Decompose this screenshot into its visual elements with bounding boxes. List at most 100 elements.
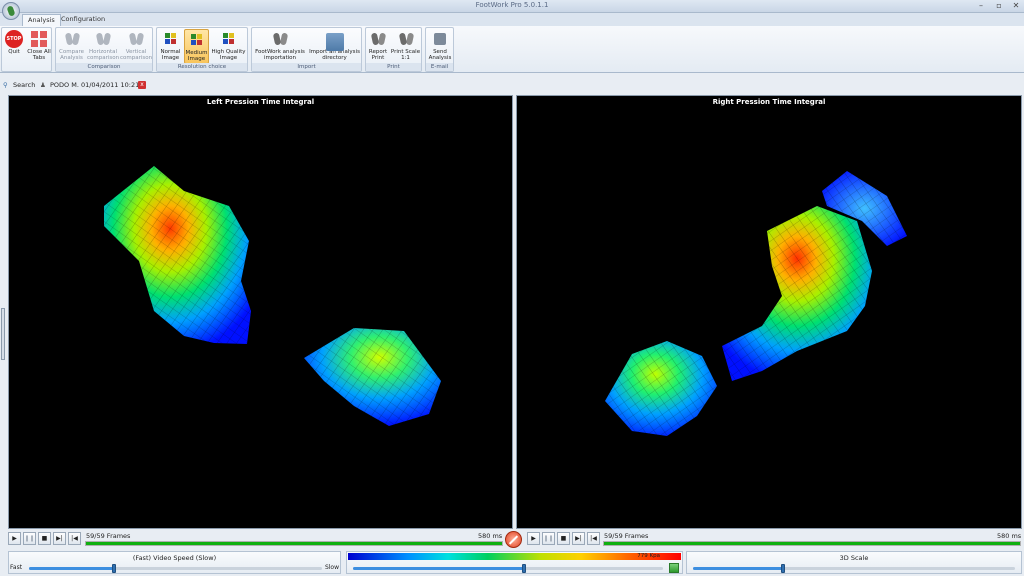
- close-all-tabs-button[interactable]: Close All Tabs: [26, 29, 52, 64]
- footprint-icon: [63, 30, 81, 48]
- quit-button[interactable]: STOP Quit: [3, 29, 25, 64]
- right-foot-surface: [605, 171, 907, 436]
- maximize-button[interactable]: ▫: [993, 1, 1005, 11]
- right-time-readout: 580 ms: [997, 532, 1022, 540]
- vertical-label-2: comparison: [120, 55, 153, 61]
- grid-icon: [161, 30, 180, 48]
- report-print-button[interactable]: Report Print: [367, 29, 389, 64]
- right-play-button[interactable]: ▶: [527, 532, 540, 545]
- tab-configuration[interactable]: Configuration: [56, 14, 110, 26]
- left-next-frame-button[interactable]: ▶|: [53, 532, 66, 545]
- left-play-button[interactable]: ▶: [8, 532, 21, 545]
- footwork-import-button[interactable]: FootWork analysis importation: [253, 29, 307, 64]
- right-pressure-viewer[interactable]: Right Pression Time Integral: [516, 95, 1022, 529]
- vertical-comparison-button[interactable]: Vertical comparison: [120, 29, 152, 64]
- left-prev-frame-button[interactable]: |◀: [68, 532, 81, 545]
- right-player: ▶ ❚❚ ■ ▶| |◀ 59/59 Frames 580 ms: [527, 530, 1022, 548]
- apply-scale-button[interactable]: [669, 563, 679, 573]
- compare-analysis-button[interactable]: Compare Analysis: [57, 29, 86, 64]
- search-bar: ⚲ Search ♟ PODO M. 01/04/2011 10:21 x: [0, 78, 1024, 92]
- import-directory-button[interactable]: Import an analysis directory: [308, 29, 361, 64]
- comparison-group-label: Comparison: [56, 63, 152, 71]
- scale-label-2: 1:1: [401, 55, 410, 61]
- 3d-scale-panel: 3D Scale: [686, 551, 1022, 574]
- medium-label-2: Image: [187, 56, 206, 62]
- search-link[interactable]: Search: [13, 80, 35, 90]
- normal-image-button[interactable]: Normal Image: [158, 29, 183, 64]
- right-forefoot-mesh: [605, 341, 717, 436]
- send-mail-icon: [431, 30, 449, 48]
- left-heel-mesh: [104, 166, 251, 344]
- send-analysis-button[interactable]: Send Analysis: [427, 29, 453, 64]
- video-speed-label: (Fast) Video Speed (Slow): [132, 554, 217, 562]
- 3d-scale-slider[interactable]: [693, 564, 1015, 573]
- left-viewer-title: Left Pression Time Integral: [206, 98, 315, 106]
- left-player: ▶ ❚❚ ■ ▶| |◀ 59/59 Frames 580 ms: [8, 530, 505, 548]
- left-frames-count: 59/59 Frames: [86, 532, 131, 540]
- 3d-scale-label: 3D Scale: [839, 554, 869, 562]
- directory-label-2: directory: [322, 55, 347, 61]
- pressure-max-label: 779 Kpa: [637, 553, 660, 559]
- right-next-frame-button[interactable]: ▶|: [572, 532, 585, 545]
- import-group-label: Import: [252, 63, 361, 71]
- horizontal-comparison-button[interactable]: Horizontal comparison: [87, 29, 119, 64]
- print-scale-button[interactable]: Print Scale 1:1: [390, 29, 421, 64]
- ribbon-group-email: Send Analysis E-mail: [425, 27, 454, 72]
- window-title: FootWork Pro 5.0.1.1: [475, 1, 549, 9]
- print-group-label: Print: [366, 63, 421, 71]
- left-stop-button[interactable]: ■: [38, 532, 51, 545]
- ribbon-group-import: FootWork analysis importation Import an …: [251, 27, 362, 72]
- right-progress-bar[interactable]: [603, 541, 1021, 546]
- side-panel-handle[interactable]: [1, 308, 5, 360]
- sync-toggle-icon[interactable]: [505, 531, 522, 548]
- horizontal-label-2: comparison: [87, 55, 120, 61]
- footwork-label-2: importation: [263, 55, 297, 61]
- title-bar: FootWork Pro 5.0.1.1 – ▫ ✕: [0, 0, 1024, 13]
- minimize-button[interactable]: –: [975, 1, 987, 11]
- right-progress-fill: [604, 542, 1020, 545]
- left-progress-fill: [86, 542, 502, 545]
- pressure-threshold-slider[interactable]: [353, 564, 663, 573]
- close-tab-icon[interactable]: x: [138, 81, 146, 89]
- left-time-readout: 580 ms: [478, 532, 503, 540]
- app-logo-icon[interactable]: [2, 2, 20, 20]
- video-speed-fill: [29, 567, 114, 570]
- right-prev-frame-button[interactable]: |◀: [587, 532, 600, 545]
- medium-image-button[interactable]: Medium Image: [184, 29, 209, 64]
- 3d-scale-thumb[interactable]: [781, 564, 786, 573]
- pressure-color-bar: [348, 553, 681, 560]
- footprint-icon: [127, 30, 145, 48]
- grid-icon: [187, 31, 206, 49]
- folder-icon: [325, 33, 344, 51]
- left-progress-bar[interactable]: [85, 541, 503, 546]
- pressure-threshold-thumb[interactable]: [521, 564, 526, 573]
- right-heel-mesh: [722, 206, 872, 381]
- video-speed-thumb[interactable]: [111, 564, 116, 573]
- close-window-button[interactable]: ✕: [1010, 1, 1022, 11]
- ribbon-group-print: Report Print Print Scale 1:1 Print: [365, 27, 422, 72]
- ribbon: STOP Quit Close All Tabs Compare Analysi…: [0, 26, 1024, 73]
- quit-label: Quit: [8, 49, 20, 55]
- patient-tab[interactable]: PODO M. 01/04/2011 10:21: [50, 80, 139, 90]
- left-pause-button[interactable]: ❚❚: [23, 532, 36, 545]
- report-label-2: Print: [371, 55, 385, 61]
- footprint-icon: [369, 30, 387, 48]
- left-pressure-viewer[interactable]: Left Pression Time Integral: [8, 95, 513, 529]
- send-label-2: Analysis: [428, 55, 452, 61]
- search-icon[interactable]: ⚲: [3, 80, 8, 90]
- footprint-icon: [397, 30, 415, 48]
- ribbon-group-resolution: Normal Image Medium Image High Quality I…: [156, 27, 248, 72]
- video-speed-slider[interactable]: [29, 564, 322, 573]
- close-tabs-icon: [30, 30, 48, 48]
- right-pause-button[interactable]: ❚❚: [542, 532, 555, 545]
- ribbon-group-comparison: Compare Analysis Horizontal comparison V…: [55, 27, 153, 72]
- stop-icon: STOP: [5, 30, 23, 48]
- compare-label-2: Analysis: [60, 55, 83, 61]
- left-foot-surface: [104, 166, 441, 426]
- right-stop-button[interactable]: ■: [557, 532, 570, 545]
- fast-label: Fast: [10, 564, 23, 571]
- tab-analysis[interactable]: Analysis: [22, 14, 61, 26]
- 3d-scale-fill: [693, 567, 784, 570]
- high-quality-image-button[interactable]: High Quality Image: [210, 29, 247, 64]
- footprint-icon: [271, 30, 289, 48]
